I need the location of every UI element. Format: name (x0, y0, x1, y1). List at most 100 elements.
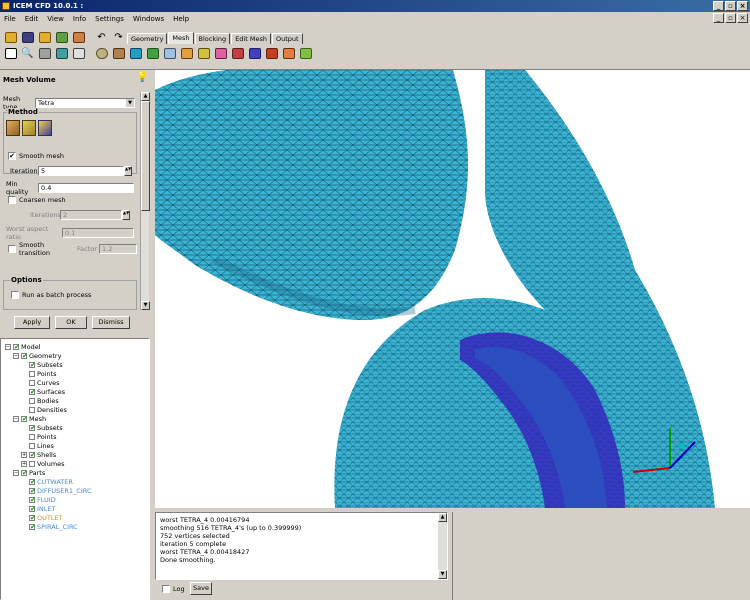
close-button[interactable]: × (737, 1, 748, 11)
expander-icon[interactable]: + (21, 451, 27, 458)
solid-shade-icon[interactable] (94, 46, 109, 61)
menu-view[interactable]: View (47, 15, 64, 23)
save-log-button[interactable]: Save (190, 582, 212, 595)
tree-mesh-shells[interactable]: Shells (37, 451, 56, 459)
scroll-up-icon[interactable]: ▲ (438, 513, 447, 522)
batch-process-checkbox[interactable] (11, 291, 19, 299)
tree-geom-curves[interactable]: Curves (37, 379, 60, 387)
dismiss-button[interactable]: Dismiss (92, 316, 130, 329)
part-mesh-setup-icon[interactable] (145, 46, 160, 61)
menu-info[interactable]: Info (73, 15, 86, 23)
tree-geom-points[interactable]: Points (37, 370, 57, 378)
iterations-spinner[interactable]: ▲▼ (124, 166, 132, 176)
checkmark-icon[interactable]: ✔ (29, 496, 36, 503)
tree-part-fluid[interactable]: FLUID (37, 496, 56, 504)
apply-button[interactable]: Apply (14, 316, 50, 329)
menu-windows[interactable]: Windows (133, 15, 164, 23)
method-smooth-icon[interactable] (38, 120, 52, 136)
checkmark-icon[interactable]: ✔ (29, 487, 36, 494)
tree-mesh-volumes[interactable]: Volumes (37, 460, 65, 468)
zoom-icon[interactable]: 🔍 (20, 46, 35, 61)
panel-scrollbar[interactable]: ▲ ▼ (140, 92, 150, 310)
checkmark-icon[interactable]: ✔ (29, 523, 36, 530)
checkmark-icon[interactable]: ✔ (29, 505, 36, 512)
graphics-viewport[interactable] (155, 70, 750, 508)
tree-geometry[interactable]: Geometry (29, 352, 61, 360)
checkmark-icon[interactable]: ✔ (13, 343, 20, 350)
model-view-icon[interactable] (71, 46, 86, 61)
tree-geom-bodies[interactable]: Bodies (37, 397, 59, 405)
checkbox-icon[interactable] (29, 379, 35, 386)
open-mesh-icon[interactable] (54, 30, 69, 45)
tree-parts[interactable]: Parts (29, 469, 45, 477)
display-icon[interactable] (54, 46, 69, 61)
tree-mesh-subsets[interactable]: Subsets (37, 424, 63, 432)
open-geometry-icon[interactable] (37, 30, 52, 45)
mesh-volume-icon[interactable] (264, 46, 279, 61)
menu-file[interactable]: File (4, 15, 16, 23)
scroll-down-icon[interactable]: ▼ (438, 570, 447, 579)
checkbox-icon[interactable] (29, 397, 35, 404)
menu-edit[interactable]: Edit (25, 15, 39, 23)
curve-mesh-setup-icon[interactable] (179, 46, 194, 61)
tree-geom-subsets[interactable]: Subsets (37, 361, 63, 369)
method-robust-icon[interactable] (6, 120, 20, 136)
method-quick-icon[interactable] (22, 120, 36, 136)
help-icon[interactable]: 💡 (136, 72, 148, 83)
surface-mesh-setup-icon[interactable] (162, 46, 177, 61)
mesh-hexa-icon[interactable] (298, 46, 313, 61)
compute-mesh-icon[interactable] (247, 46, 262, 61)
checkbox-icon[interactable] (29, 460, 35, 467)
min-quality-input[interactable]: 0.4 (38, 183, 134, 193)
tree-part-diffuser[interactable]: DIFFUSER1_CIRC (37, 487, 91, 495)
menu-help[interactable]: Help (173, 15, 189, 23)
ok-button[interactable]: OK (55, 316, 87, 329)
expander-icon[interactable]: − (13, 352, 19, 359)
iterations-input[interactable]: 5 (38, 166, 124, 176)
tree-mesh-points[interactable]: Points (37, 433, 57, 441)
open-icon[interactable] (3, 30, 18, 45)
checkmark-icon[interactable]: ✔ (29, 478, 36, 485)
doc-minimize-button[interactable]: _ (713, 13, 724, 23)
minimize-button[interactable]: _ (713, 1, 724, 11)
tree-part-spiral[interactable]: SPIRAL_CIRC (37, 523, 78, 531)
expander-icon[interactable]: − (13, 415, 19, 422)
smooth-transition-checkbox[interactable] (8, 245, 16, 253)
log-checkbox[interactable] (162, 585, 170, 593)
tab-edit-mesh[interactable]: Edit Mesh (231, 33, 271, 44)
mesh-type-select[interactable]: Tetra ▼ (35, 98, 135, 108)
measure-icon[interactable] (37, 46, 52, 61)
tab-geometry[interactable]: Geometry (127, 33, 168, 44)
checkbox-icon[interactable] (29, 406, 35, 413)
mesh-prism-icon[interactable] (281, 46, 296, 61)
checkmark-icon[interactable]: ✔ (29, 451, 36, 458)
tree-geom-surfaces[interactable]: Surfaces (37, 388, 65, 396)
scroll-down-icon[interactable]: ▼ (141, 301, 150, 310)
scroll-thumb[interactable] (141, 101, 150, 211)
tree-part-inlet[interactable]: INLET (37, 505, 55, 513)
global-mesh-setup-icon[interactable] (128, 46, 143, 61)
checkmark-icon[interactable]: ✔ (21, 352, 28, 359)
checkmark-icon[interactable]: ✔ (29, 514, 36, 521)
chevron-down-icon[interactable]: ▼ (126, 99, 134, 107)
wire-shade-icon[interactable] (111, 46, 126, 61)
checkbox-icon[interactable] (29, 370, 35, 377)
create-mesh-density-icon[interactable] (196, 46, 211, 61)
expander-icon[interactable]: + (21, 460, 27, 467)
open-blocking-icon[interactable] (71, 30, 86, 45)
tree-geom-densities[interactable]: Densities (37, 406, 67, 414)
checkmark-icon[interactable]: ✔ (21, 469, 28, 476)
checkmark-icon[interactable]: ✔ (29, 424, 36, 431)
define-connectors-icon[interactable] (213, 46, 228, 61)
tab-blocking[interactable]: Blocking (194, 33, 231, 44)
tab-mesh[interactable]: Mesh (168, 32, 194, 44)
expander-icon[interactable]: − (5, 343, 11, 350)
coarsen-mesh-checkbox[interactable] (8, 196, 16, 204)
expander-icon[interactable]: − (13, 469, 19, 476)
scroll-up-icon[interactable]: ▲ (141, 92, 150, 101)
checkbox-icon[interactable] (29, 442, 35, 449)
tree-part-outlet[interactable]: OUTLET (37, 514, 63, 522)
maximize-button[interactable]: ▫ (725, 1, 736, 11)
smooth-mesh-checkbox[interactable]: ✔ (8, 152, 16, 160)
save-icon[interactable] (20, 30, 35, 45)
